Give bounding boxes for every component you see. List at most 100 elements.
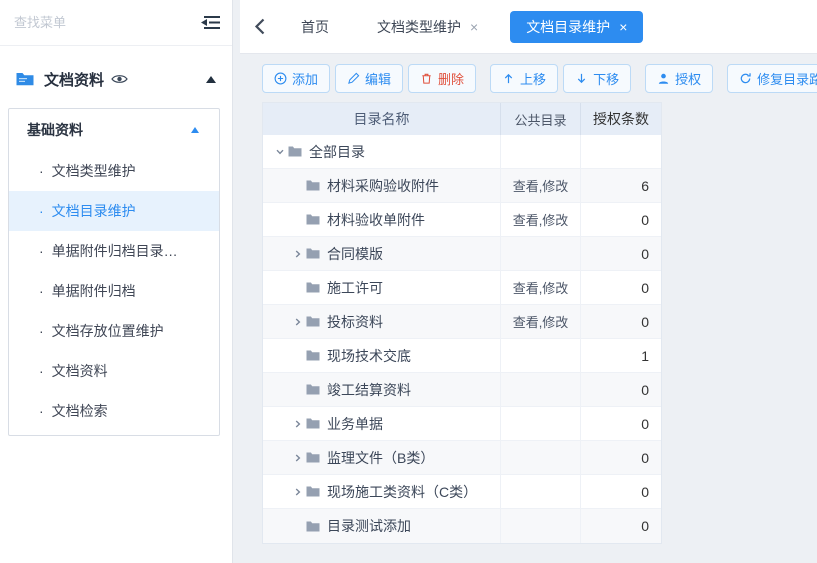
cell-public-directory: [501, 135, 581, 168]
table-row[interactable]: 现场技术交底1: [263, 339, 661, 373]
cell-auth-count: 0: [581, 203, 661, 236]
sidebar-item-1[interactable]: ·文档目录维护: [9, 191, 219, 231]
cell-auth-count: 0: [581, 237, 661, 270]
edit-button[interactable]: 编辑: [335, 64, 403, 93]
sidebar-group-basic[interactable]: 基础资料: [9, 109, 219, 151]
sidebar-section-docs[interactable]: 文档资料: [0, 58, 232, 100]
repair-path-button[interactable]: 修复目录路径: [727, 64, 817, 93]
cell-auth-count: 0: [581, 271, 661, 304]
move-up-label: 上移: [520, 69, 546, 88]
sidebar-item-4[interactable]: ·文档存放位置维护: [9, 311, 219, 351]
menu-search-input[interactable]: [14, 15, 190, 30]
cell-public-directory: [501, 407, 581, 440]
refresh-icon: [739, 72, 752, 85]
edit-label: 编辑: [365, 69, 391, 88]
cell-auth-count: 0: [581, 407, 661, 440]
directory-name: 业务单据: [327, 414, 383, 434]
add-button[interactable]: 添加: [262, 64, 330, 93]
page-content: 添加 编辑 删除 上移: [240, 54, 817, 544]
tab-list: 首页文档类型维护× 文档目录维护 ×: [285, 11, 659, 43]
cell-directory-name: 竣工结算资料: [263, 373, 501, 406]
move-up-button[interactable]: 上移: [490, 64, 558, 93]
table-row[interactable]: 投标资料查看,修改0: [263, 305, 661, 339]
sidebar-section-label: 文档资料: [44, 69, 104, 90]
sidebar-item-label: 文档资料: [52, 361, 108, 381]
table-row[interactable]: 目录测试添加0: [263, 509, 661, 543]
folder-icon: [306, 384, 320, 395]
folder-icon: [306, 452, 320, 463]
table-row[interactable]: 现场施工类资料（C类）0: [263, 475, 661, 509]
folder-icon: [306, 248, 320, 259]
sidebar-item-3[interactable]: ·单据附件归档: [9, 271, 219, 311]
sidebar-item-0[interactable]: ·文档类型维护: [9, 151, 219, 191]
sidebar-item-2[interactable]: ·单据附件归档目录…: [9, 231, 219, 271]
tab-2[interactable]: 文档目录维护 ×: [510, 11, 643, 43]
cell-public-directory: [501, 509, 581, 543]
table-row[interactable]: 材料验收单附件查看,修改0: [263, 203, 661, 237]
table-row[interactable]: 监理文件（B类）0: [263, 441, 661, 475]
table-row[interactable]: 业务单据 0: [263, 407, 661, 441]
blue-folder-icon: [16, 72, 34, 86]
cell-auth-count: 0: [581, 441, 661, 474]
move-down-button[interactable]: 下移: [563, 64, 631, 93]
directory-name: 现场技术交底: [327, 346, 411, 366]
caret-right-icon[interactable]: [289, 453, 306, 463]
caret-right-icon[interactable]: [289, 487, 306, 497]
column-header-name: 目录名称: [263, 103, 501, 135]
cell-public-directory: [501, 339, 581, 372]
sidebar-item-label: 文档存放位置维护: [52, 321, 164, 341]
cell-directory-name: 投标资料: [263, 305, 501, 338]
authorize-button[interactable]: 授权: [645, 64, 713, 93]
table-header: 目录名称 公共目录 授权条数: [263, 103, 661, 135]
table-row[interactable]: 施工许可查看,修改0: [263, 271, 661, 305]
sidebar-item-label: 单据附件归档目录…: [52, 241, 178, 261]
folder-icon: [306, 316, 320, 327]
sidebar-menu-box: 基础资料 ·文档类型维护·文档目录维护·单据附件归档目录…·单据附件归档·文档存…: [8, 108, 220, 436]
caret-right-icon[interactable]: [289, 249, 306, 259]
caret-down-icon[interactable]: [271, 147, 288, 157]
cell-public-directory: 查看,修改: [501, 271, 581, 304]
table-row[interactable]: 材料采购验收附件查看,修改6: [263, 169, 661, 203]
tab-0[interactable]: 首页: [285, 11, 345, 43]
group-collapse-arrow-icon[interactable]: [191, 127, 199, 133]
cell-auth-count: [581, 135, 661, 168]
sidebar-item-label: 单据附件归档: [52, 281, 136, 301]
cell-public-directory: 查看,修改: [501, 203, 581, 236]
directory-name: 竣工结算资料: [327, 380, 411, 400]
folder-icon: [306, 418, 320, 429]
sidebar-item-5[interactable]: ·文档资料: [9, 351, 219, 391]
close-icon[interactable]: ×: [470, 20, 478, 34]
table-row[interactable]: 竣工结算资料0: [263, 373, 661, 407]
caret-right-icon[interactable]: [289, 419, 306, 429]
cell-auth-count: 0: [581, 475, 661, 508]
sidebar-item-list: ·文档类型维护·文档目录维护·单据附件归档目录…·单据附件归档·文档存放位置维护…: [9, 151, 219, 431]
bullet-icon: ·: [39, 163, 44, 179]
close-icon[interactable]: ×: [619, 20, 627, 34]
back-chevron-icon[interactable]: [254, 18, 265, 35]
cell-directory-name: 现场技术交底: [263, 339, 501, 372]
bullet-icon: ·: [39, 203, 44, 219]
sidebar: 文档资料 基础资料 ·文档类型维护·文档目录维护·单据附件归档目录…·单据附件归…: [0, 0, 233, 563]
caret-right-icon[interactable]: [289, 317, 306, 327]
table-row[interactable]: 全部目录: [263, 135, 661, 169]
folder-icon: [306, 282, 320, 293]
sidebar-item-6[interactable]: ·文档检索: [9, 391, 219, 431]
tab-bar: 首页文档类型维护× 文档目录维护 ×: [240, 0, 817, 54]
menu-fold-icon[interactable]: [200, 14, 222, 31]
column-header-public: 公共目录: [501, 103, 581, 135]
app-root: 文档资料 基础资料 ·文档类型维护·文档目录维护·单据附件归档目录…·单据附件归…: [0, 0, 817, 563]
delete-button[interactable]: 删除: [408, 64, 476, 93]
tab-label: 文档目录维护: [526, 17, 610, 37]
directory-name: 全部目录: [309, 142, 365, 162]
pencil-icon: [347, 72, 360, 85]
cell-directory-name: 合同模版: [263, 237, 501, 270]
cell-directory-name: 材料采购验收附件: [263, 169, 501, 202]
eye-icon[interactable]: [111, 73, 128, 85]
tab-1[interactable]: 文档类型维护×: [361, 11, 494, 43]
collapse-arrow-icon[interactable]: [206, 76, 216, 83]
sidebar-search-bar: [0, 0, 232, 46]
cell-public-directory: [501, 441, 581, 474]
directory-name: 合同模版: [327, 244, 383, 264]
authorize-label: 授权: [675, 69, 701, 88]
table-row[interactable]: 合同模版 0: [263, 237, 661, 271]
